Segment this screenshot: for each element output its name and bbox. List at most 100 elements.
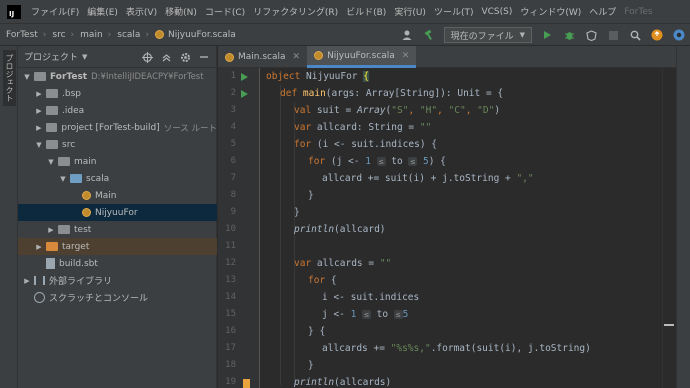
close-icon[interactable]: ✕: [402, 51, 410, 61]
chevron-down-icon[interactable]: ▼: [58, 175, 68, 183]
code-line-10: println(allcard): [294, 221, 386, 238]
menu-edit[interactable]: 編集(E): [83, 5, 122, 18]
breadcrumb-file[interactable]: NijyuuFor.scala: [149, 30, 236, 40]
menu-vcs[interactable]: VCS(S): [477, 7, 516, 17]
code-line-6: for (j <- 1 ≤ to ≤ 5) {: [308, 153, 446, 170]
chevron-down-icon[interactable]: ▼: [22, 73, 32, 81]
code-line-5: for (i <- suit.indices) {: [294, 136, 437, 153]
tree-item-main[interactable]: ▼ main: [18, 153, 217, 170]
chevron-right-icon[interactable]: ▶: [34, 107, 44, 115]
run-configuration-select[interactable]: 現在のファイル ▼: [443, 27, 532, 43]
code-token: i <- suit.indices: [322, 292, 420, 303]
panel-toolbar: [136, 49, 212, 65]
bookmark-icon[interactable]: [243, 379, 250, 388]
coverage-icon[interactable]: [583, 27, 599, 43]
close-icon[interactable]: ✕: [293, 52, 301, 62]
breadcrumb-src[interactable]: src: [46, 30, 65, 40]
breadcrumb-scala[interactable]: scala: [111, 30, 140, 40]
tree-item-project-build[interactable]: ▶ project [ForTest-build] ソース ルート: [18, 119, 217, 136]
menu-run[interactable]: 実行(U): [390, 5, 430, 18]
tree-item-label: project [ForTest-build]: [61, 122, 160, 133]
tree-item-src[interactable]: ▼ src: [18, 136, 217, 153]
chevron-right-icon[interactable]: ▶: [34, 243, 44, 251]
breadcrumb-project[interactable]: ForTest: [0, 30, 38, 40]
line-number: 19: [225, 377, 236, 387]
chevron-right-icon[interactable]: ▶: [34, 90, 44, 98]
tree-item-scala[interactable]: ▼ scala: [18, 170, 217, 187]
locate-crosshair-icon[interactable]: [139, 49, 155, 65]
chevron-right-icon[interactable]: ▶: [46, 226, 56, 234]
tree-item-label: build.sbt: [59, 258, 98, 269]
code-line-19: println(allcards): [294, 374, 391, 388]
editor-gutter[interactable]: 1 2 3 4 5 6 7 8 9 10 11 12 13 14 15 16 1…: [218, 68, 260, 388]
menu-window[interactable]: ウィンドウ(W): [516, 5, 585, 18]
menu-code[interactable]: コード(C): [201, 5, 249, 18]
debug-bug-icon[interactable]: [561, 27, 577, 43]
update-icon[interactable]: [649, 27, 665, 43]
menu-build[interactable]: ビルド(B): [342, 5, 390, 18]
run-icon[interactable]: [539, 27, 555, 43]
line-number: 10: [225, 224, 236, 234]
tree-item-idea[interactable]: ▶ .idea: [18, 102, 217, 119]
code-area[interactable]: object NijyuuFor { def main(args: Array[…: [266, 68, 670, 388]
tree-item-scratches[interactable]: スクラッチとコンソール: [18, 289, 217, 306]
menu-refactor[interactable]: リファクタリング(R): [249, 5, 342, 18]
code-token: ) {: [428, 156, 446, 167]
tree-item-fortest[interactable]: ▼ ForTest D:¥IntelliJIDEACPY¥ForTest: [18, 68, 217, 85]
tab-main-scala[interactable]: Main.scala ✕: [218, 46, 307, 68]
code-token: "S": [391, 105, 409, 116]
tree-item-nijyuufor[interactable]: NijyuuFor: [18, 204, 217, 221]
code-token: ,: [408, 105, 420, 116]
run-gutter-icon[interactable]: [241, 90, 248, 98]
code-line-17: allcards += "%s%s,".format(suit(i), j.to…: [322, 340, 591, 357]
tree-item-build-sbt[interactable]: build.sbt: [18, 255, 217, 272]
tree-item-label: .idea: [62, 105, 85, 116]
breadcrumb-label: scala: [117, 29, 141, 40]
code-line-14: i <- suit.indices: [322, 289, 419, 306]
chevron-down-icon: ▼: [519, 31, 525, 39]
hide-panel-icon[interactable]: [196, 49, 212, 65]
stop-icon[interactable]: [605, 27, 621, 43]
right-tool-stripe: [676, 46, 690, 388]
breadcrumb-main[interactable]: main: [74, 30, 103, 40]
collapse-all-icon[interactable]: [158, 49, 174, 65]
logo-icon[interactable]: [671, 27, 687, 43]
tree-item-bsp[interactable]: ▶ .bsp: [18, 85, 217, 102]
inlay-hint: ≤: [393, 310, 403, 319]
user-icon[interactable]: [399, 27, 415, 43]
breadcrumb-separator-icon: ›: [145, 29, 150, 40]
editor-scrollbar[interactable]: [662, 68, 676, 388]
code-line-9: }: [294, 204, 300, 221]
menu-tools[interactable]: ツール(T): [430, 5, 478, 18]
tree-item-test[interactable]: ▶ test: [18, 221, 217, 238]
menu-file[interactable]: ファイル(F): [27, 5, 83, 18]
code-token: var: [294, 258, 312, 269]
chevron-right-icon[interactable]: ▶: [22, 277, 32, 285]
menu-view[interactable]: 表示(V): [122, 5, 161, 18]
build-hammer-icon[interactable]: [421, 27, 437, 43]
scratch-icon: [34, 292, 45, 303]
inlay-hint: ≤: [408, 157, 418, 166]
menu-navigate[interactable]: 移動(N): [161, 5, 201, 18]
project-view-select[interactable]: プロジェクト ▼: [24, 50, 88, 64]
editor: Main.scala ✕ NijyuuFor.scala ✕ 1 2 3 4 5…: [218, 46, 690, 388]
chevron-down-icon: ▼: [82, 52, 88, 61]
tree-item-main-object[interactable]: Main: [18, 187, 217, 204]
project-tool-window-button[interactable]: プロジェクト: [3, 50, 16, 106]
tree-item-label: ForTest: [50, 71, 88, 82]
code-token: 1: [365, 156, 371, 167]
search-icon[interactable]: [627, 27, 643, 43]
tree-item-label: src: [62, 139, 76, 150]
chevron-down-icon[interactable]: ▼: [46, 158, 56, 166]
line-number: 8: [230, 190, 236, 200]
tab-nijyuufor-scala[interactable]: NijyuuFor.scala ✕: [307, 46, 417, 68]
tree-item-target[interactable]: ▶ target: [18, 238, 217, 255]
run-gutter-icon[interactable]: [241, 73, 248, 81]
tree-item-external-libraries[interactable]: ▶ 外部ライブラリ: [18, 272, 217, 289]
chevron-right-icon[interactable]: ▶: [34, 124, 44, 132]
gear-icon[interactable]: [177, 49, 193, 65]
project-tree: ▼ ForTest D:¥IntelliJIDEACPY¥ForTest ▶ .…: [18, 68, 217, 306]
line-number: 9: [230, 207, 236, 217]
chevron-down-icon[interactable]: ▼: [34, 141, 44, 149]
menu-help[interactable]: ヘルプ: [585, 5, 620, 18]
